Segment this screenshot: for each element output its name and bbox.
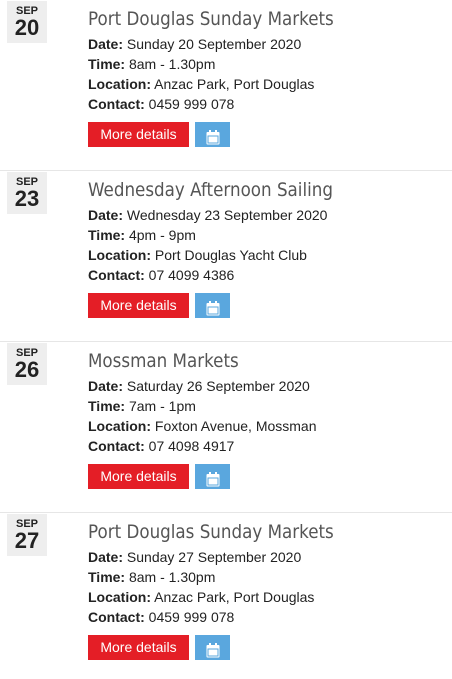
event-time-line: Time: 7am - 1pm <box>88 396 196 416</box>
event-day: 27 <box>14 528 40 553</box>
event-date-line: Date: Wednesday 23 September 2020 <box>88 205 327 225</box>
event-day: 26 <box>14 357 40 382</box>
contact-label: Contact: <box>88 267 145 283</box>
event-date-badge: SEP 26 <box>7 343 47 385</box>
add-to-calendar-button[interactable] <box>195 464 230 489</box>
event-contact-line: Contact: 07 4099 4386 <box>88 265 234 285</box>
event-contact-line: Contact: 0459 999 078 <box>88 607 234 627</box>
time-label: Time: <box>88 569 126 585</box>
event-location-value: Anzac Park, Port Douglas <box>154 589 315 605</box>
event-item: SEP 23 Wednesday Afternoon Sailing Date:… <box>0 170 452 341</box>
location-label: Location: <box>88 418 151 434</box>
event-location-line: Location: Anzac Park, Port Douglas <box>88 74 314 94</box>
date-label: Date: <box>88 378 124 394</box>
event-title[interactable]: Port Douglas Sunday Markets <box>88 520 334 544</box>
location-label: Location: <box>88 76 151 92</box>
more-details-button[interactable]: More details <box>88 635 189 660</box>
event-location-value: Anzac Park, Port Douglas <box>154 76 315 92</box>
location-label: Location: <box>88 247 151 263</box>
event-date-line: Date: Sunday 20 September 2020 <box>88 34 301 54</box>
more-details-button[interactable]: More details <box>88 293 189 318</box>
date-label: Date: <box>88 549 124 565</box>
event-date-line: Date: Sunday 27 September 2020 <box>88 547 301 567</box>
event-title[interactable]: Mossman Markets <box>88 349 239 373</box>
event-time-value: 4pm - 9pm <box>128 227 196 243</box>
date-label: Date: <box>88 207 124 223</box>
add-to-calendar-button[interactable] <box>195 293 230 318</box>
event-contact-value: 07 4098 4917 <box>148 438 235 454</box>
event-contact-value: 07 4099 4386 <box>148 267 235 283</box>
event-date-badge: SEP 27 <box>7 514 47 556</box>
event-time-value: 7am - 1pm <box>128 398 196 414</box>
time-label: Time: <box>88 227 126 243</box>
event-date-line: Date: Saturday 26 September 2020 <box>88 376 310 396</box>
more-details-button[interactable]: More details <box>88 464 189 489</box>
event-item: SEP 26 Mossman Markets Date: Saturday 26… <box>0 341 452 512</box>
event-title[interactable]: Wednesday Afternoon Sailing <box>88 178 333 202</box>
event-contact-value: 0459 999 078 <box>148 96 235 112</box>
calendar-icon <box>195 129 230 145</box>
event-date-badge: SEP 20 <box>7 1 47 43</box>
more-details-button[interactable]: More details <box>88 122 189 147</box>
event-contact-line: Contact: 0459 999 078 <box>88 94 234 114</box>
event-day: 23 <box>14 186 40 211</box>
event-location-line: Location: Foxton Avenue, Mossman <box>88 416 317 436</box>
contact-label: Contact: <box>88 438 145 454</box>
event-location-value: Foxton Avenue, Mossman <box>154 418 317 434</box>
event-location-line: Location: Port Douglas Yacht Club <box>88 245 307 265</box>
event-date-value: Sunday 27 September 2020 <box>126 549 302 565</box>
event-day: 20 <box>14 15 40 40</box>
event-item: SEP 20 Port Douglas Sunday Markets Date:… <box>0 0 452 171</box>
calendar-icon <box>195 642 230 658</box>
event-location-value: Port Douglas Yacht Club <box>154 247 307 263</box>
event-date-badge: SEP 23 <box>7 172 47 214</box>
event-time-line: Time: 8am - 1.30pm <box>88 567 215 587</box>
event-date-value: Sunday 20 September 2020 <box>126 36 302 52</box>
add-to-calendar-button[interactable] <box>195 122 230 147</box>
date-label: Date: <box>88 36 124 52</box>
time-label: Time: <box>88 56 126 72</box>
event-title[interactable]: Port Douglas Sunday Markets <box>88 7 334 31</box>
calendar-icon <box>195 471 230 487</box>
event-time-value: 8am - 1.30pm <box>128 56 216 72</box>
contact-label: Contact: <box>88 96 145 112</box>
contact-label: Contact: <box>88 609 145 625</box>
event-location-line: Location: Anzac Park, Port Douglas <box>88 587 314 607</box>
event-date-value: Saturday 26 September 2020 <box>126 378 310 394</box>
event-time-line: Time: 4pm - 9pm <box>88 225 196 245</box>
time-label: Time: <box>88 398 126 414</box>
event-contact-value: 0459 999 078 <box>148 609 235 625</box>
event-contact-line: Contact: 07 4098 4917 <box>88 436 234 456</box>
event-item: SEP 27 Port Douglas Sunday Markets Date:… <box>0 512 452 679</box>
calendar-icon <box>195 300 230 316</box>
location-label: Location: <box>88 589 151 605</box>
add-to-calendar-button[interactable] <box>195 635 230 660</box>
event-date-value: Wednesday 23 September 2020 <box>126 207 328 223</box>
event-time-line: Time: 8am - 1.30pm <box>88 54 215 74</box>
event-time-value: 8am - 1.30pm <box>128 569 216 585</box>
